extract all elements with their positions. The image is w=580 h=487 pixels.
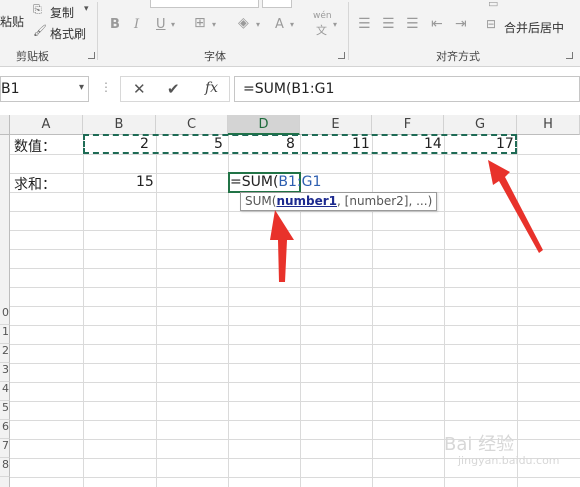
italic-button[interactable]: I <box>134 17 139 32</box>
font-color-dropdown-icon[interactable]: ▾ <box>290 20 294 29</box>
font-launcher-icon[interactable] <box>338 52 345 59</box>
formula-bar-grip-icon[interactable]: ⋮ <box>100 80 112 94</box>
reference-marquee <box>83 134 517 154</box>
formula-bar: B1 ▾ ⋮ ✕ ✔ fx =SUM(B1:G1 <box>0 74 580 108</box>
enter-icon[interactable]: ✔ <box>167 80 180 98</box>
formula-func: =SUM( <box>230 174 279 190</box>
column-header-e[interactable]: E <box>300 115 372 135</box>
ribbon: 粘贴 ⎘ 复制 ▾ 🖌 格式刷 剪贴板 B I U ▾ ⊞ ▾ ◈ ▾ A ▾ … <box>0 0 580 67</box>
cell-b3[interactable]: 15 <box>136 174 154 190</box>
format-painter-icon: 🖌 <box>33 24 47 37</box>
row-header[interactable]: 4 <box>0 382 10 401</box>
column-header-b[interactable]: B <box>83 115 156 135</box>
row-header[interactable]: 6 <box>0 420 10 439</box>
function-tooltip[interactable]: SUM(number1, [number2], ...) <box>240 192 438 211</box>
clipboard-launcher-icon[interactable] <box>88 52 95 59</box>
watermark-url: jingyan.baidu.com <box>458 454 560 467</box>
watermark-logo: Bai 经验 <box>444 434 515 455</box>
name-box[interactable]: B1 ▾ <box>0 76 89 102</box>
select-all-corner[interactable] <box>0 115 10 135</box>
decrease-indent-icon[interactable]: ⇤ <box>431 16 443 32</box>
align-right-icon[interactable]: ☰ <box>406 16 419 32</box>
font-size-box[interactable] <box>262 0 292 8</box>
row-header[interactable]: 8 <box>0 458 10 477</box>
font-name-box[interactable] <box>150 0 259 8</box>
copy-button[interactable]: 复制 <box>50 4 74 21</box>
name-box-value: B1 <box>1 81 20 97</box>
merge-center-button[interactable]: 合并后居中 <box>504 19 564 36</box>
border-icon[interactable]: ⊞ <box>194 15 206 31</box>
font-color-button[interactable]: A <box>275 17 284 32</box>
bold-button[interactable]: B <box>110 17 120 32</box>
formula-ref: B1:G1 <box>278 174 322 190</box>
copy-dropdown-icon[interactable]: ▾ <box>84 4 89 14</box>
column-header-c[interactable]: C <box>156 115 228 135</box>
underline-button[interactable]: U <box>156 17 166 32</box>
row-header[interactable]: 5 <box>0 401 10 420</box>
row-header[interactable]: 0 <box>0 306 10 325</box>
cell-a1-label[interactable]: 数值： <box>14 136 56 156</box>
column-header-a[interactable]: A <box>10 115 83 135</box>
row-header[interactable]: 7 <box>0 439 10 458</box>
format-painter-button[interactable]: 格式刷 <box>50 25 86 42</box>
name-box-dropdown-icon[interactable]: ▾ <box>79 82 84 93</box>
copy-icon: ⎘ <box>33 3 42 16</box>
cell-a3-label[interactable]: 求和： <box>14 174 56 194</box>
insert-function-icon[interactable]: fx <box>205 80 218 96</box>
formula-input[interactable]: =SUM(B1:G1 <box>234 76 580 102</box>
column-header-f[interactable]: F <box>372 115 444 135</box>
row-header[interactable]: 1 <box>0 325 10 344</box>
align-left-icon[interactable]: ☰ <box>358 16 371 32</box>
phonetic-top: wén <box>313 11 332 21</box>
column-header-d[interactable]: D <box>228 115 300 135</box>
clipboard-group-label: 剪贴板 <box>16 50 49 63</box>
fill-dropdown-icon[interactable]: ▾ <box>256 20 260 29</box>
formula-buttons: ✕ ✔ fx <box>120 76 230 102</box>
phonetic-guide-button[interactable]: 文 <box>316 22 327 38</box>
column-header-g[interactable]: G <box>444 115 517 135</box>
fill-color-icon[interactable]: ◈ <box>238 15 249 31</box>
tooltip-active-arg[interactable]: number1 <box>276 194 337 208</box>
row-header[interactable]: 2 <box>0 344 10 363</box>
wrap-text-icon[interactable]: ▭ <box>488 0 498 10</box>
cell-d3-formula: =SUM(B1:G1 <box>230 174 321 190</box>
row-header[interactable]: 3 <box>0 363 10 382</box>
cancel-icon[interactable]: ✕ <box>133 80 146 98</box>
align-center-icon[interactable]: ☰ <box>382 16 395 32</box>
alignment-group-label: 对齐方式 <box>436 50 480 63</box>
tooltip-rest: , [number2], ...) <box>337 194 433 208</box>
font-group-label: 字体 <box>204 50 226 63</box>
alignment-launcher-icon[interactable] <box>566 52 573 59</box>
column-header-h[interactable]: H <box>517 115 580 135</box>
underline-dropdown-icon[interactable]: ▾ <box>171 20 175 29</box>
increase-indent-icon[interactable]: ⇥ <box>455 16 467 32</box>
merge-center-icon[interactable]: ⊟ <box>486 17 496 31</box>
tooltip-func: SUM( <box>245 194 277 208</box>
paste-button[interactable]: 粘贴 <box>0 13 24 30</box>
border-dropdown-icon[interactable]: ▾ <box>212 20 216 29</box>
phonetic-dropdown-icon[interactable]: ▾ <box>333 20 337 29</box>
